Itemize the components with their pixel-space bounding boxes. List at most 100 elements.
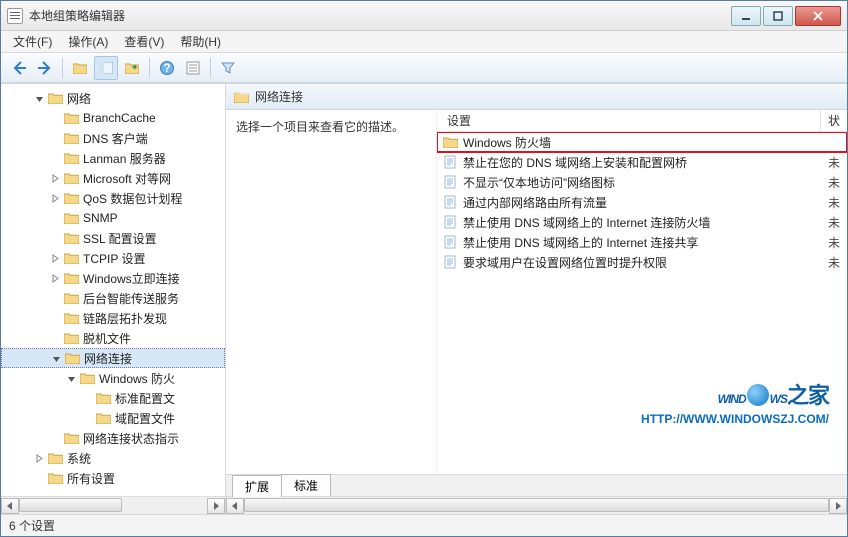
folder-icon [63,250,79,266]
column-header-status[interactable]: 状 [821,110,847,131]
menu-action[interactable]: 操作(A) [60,31,116,52]
expander-icon[interactable] [33,452,45,464]
tree-node[interactable]: Windows 防火 [1,368,225,388]
tree-node[interactable]: 网络 [1,88,225,108]
tree-node[interactable]: 所有设置 [1,468,225,488]
tree-pane: 网络 BranchCache DNS 客户端Lanman 服务器Microsoft … [1,84,226,514]
tree-hscroll[interactable] [1,496,225,514]
tree-node[interactable]: DNS 客户端 [1,128,225,148]
folder-icon [63,110,79,126]
tree-node[interactable]: 链路层拓扑发现 [1,308,225,328]
folder-icon [79,370,95,386]
folder-icon [63,290,79,306]
expander-icon[interactable] [49,252,61,264]
expander-icon[interactable] [65,372,77,384]
expander-icon[interactable] [81,412,93,424]
titlebar: 本地组策略编辑器 [1,1,847,31]
close-button[interactable] [795,6,841,26]
maximize-button[interactable] [763,6,793,26]
tree-node[interactable]: 域配置文件 [1,408,225,428]
expander-icon[interactable] [49,192,61,204]
policy-icon [441,175,459,189]
list-row[interactable]: 不显示“仅本地访问”网络图标未 [437,172,847,192]
properties-button[interactable] [181,56,205,80]
expander-icon[interactable] [49,172,61,184]
expander-icon[interactable] [49,332,61,344]
list-body: 选择一个项目来查看它的描述。 设置 状 Windows 防火墙禁止在您的 DNS… [226,110,847,474]
expander-icon[interactable] [49,232,61,244]
description-column: 选择一个项目来查看它的描述。 [226,110,436,474]
expander-icon[interactable] [49,152,61,164]
list-row[interactable]: 通过内部网络路由所有流量未 [437,192,847,212]
expander-icon[interactable] [33,92,45,104]
tree-node[interactable]: 系统 [1,448,225,468]
tree-node[interactable]: 网络连接状态指示 [1,428,225,448]
tree-node[interactable]: Lanman 服务器 [1,148,225,168]
tree-node[interactable]: 网络连接 [1,348,225,368]
expander-icon[interactable] [33,472,45,484]
list-hscroll[interactable] [226,496,847,514]
menu-file[interactable]: 文件(F) [5,31,60,52]
list-row[interactable]: 要求域用户在设置网络位置时提升权限未 [437,252,847,272]
expander-icon[interactable] [49,212,61,224]
expander-icon[interactable] [49,132,61,144]
scroll-right-button[interactable] [829,498,847,514]
tree-node[interactable]: QoS 数据包计划程 [1,188,225,208]
expander-icon[interactable] [49,112,61,124]
list-row[interactable]: 禁止使用 DNS 域网络上的 Internet 连接共享未 [437,232,847,252]
folder-icon [95,410,111,426]
tab-standard[interactable]: 标准 [281,474,331,496]
scroll-thumb[interactable] [19,498,122,512]
expander-icon[interactable] [49,432,61,444]
scroll-left-button[interactable] [226,498,244,514]
expander-icon[interactable] [49,272,61,284]
content-area: 网络 BranchCache DNS 客户端Lanman 服务器Microsoft … [1,83,847,514]
tree-node[interactable]: SSL 配置设置 [1,228,225,248]
tree-node[interactable]: 后台智能传送服务 [1,288,225,308]
window-title: 本地组策略编辑器 [29,7,731,24]
scroll-thumb[interactable] [244,498,829,512]
expander-icon[interactable] [49,292,61,304]
items-list[interactable]: Windows 防火墙禁止在您的 DNS 域网络上安装和配置网桥未不显示“仅本地… [437,132,847,474]
column-header-setting[interactable]: 设置 [437,110,821,131]
tree-node[interactable]: Microsoft 对等网 [1,168,225,188]
list-row[interactable]: 禁止在您的 DNS 域网络上安装和配置网桥未 [437,152,847,172]
scroll-track[interactable] [244,498,829,514]
menu-view[interactable]: 查看(V) [116,31,172,52]
tree-view[interactable]: 网络 BranchCache DNS 客户端Lanman 服务器Microsoft … [1,84,225,496]
policy-icon [441,195,459,209]
tree-node[interactable]: SNMP [1,208,225,228]
tree-node[interactable]: Windows立即连接 [1,268,225,288]
expander-icon[interactable] [49,312,61,324]
list-row[interactable]: 禁止使用 DNS 域网络上的 Internet 连接防火墙未 [437,212,847,232]
tree-node[interactable]: 脱机文件 [1,328,225,348]
row-status: 未 [821,174,847,191]
export-button[interactable] [120,56,144,80]
scroll-right-button[interactable] [207,498,225,514]
tree-node[interactable]: 标准配置文 [1,388,225,408]
minimize-button[interactable] [731,6,761,26]
tree-label: BranchCache [83,111,156,125]
tab-extended[interactable]: 扩展 [232,475,282,497]
tree-label: 域配置文件 [115,410,175,427]
back-button[interactable] [7,56,31,80]
scroll-track[interactable] [19,498,207,514]
expander-icon[interactable] [81,392,93,404]
folder-icon [47,90,63,106]
expander-icon[interactable] [50,352,62,364]
list-pane: 网络连接 选择一个项目来查看它的描述。 设置 状 Windows 防火墙禁止在您… [226,84,847,514]
menu-help[interactable]: 帮助(H) [172,31,229,52]
tree-node[interactable]: TCPIP 设置 [1,248,225,268]
list-row[interactable]: Windows 防火墙 [437,132,847,152]
filter-button[interactable] [216,56,240,80]
up-button[interactable] [68,56,92,80]
row-status: 未 [821,234,847,251]
tree-view-button[interactable] [94,56,118,80]
tree-node[interactable]: BranchCache [1,108,225,128]
help-button[interactable]: ? [155,56,179,80]
scroll-left-button[interactable] [1,498,19,514]
forward-button[interactable] [33,56,57,80]
policy-icon [441,215,459,229]
tree-label: 所有设置 [67,470,115,487]
toolbar-separator [210,58,211,78]
